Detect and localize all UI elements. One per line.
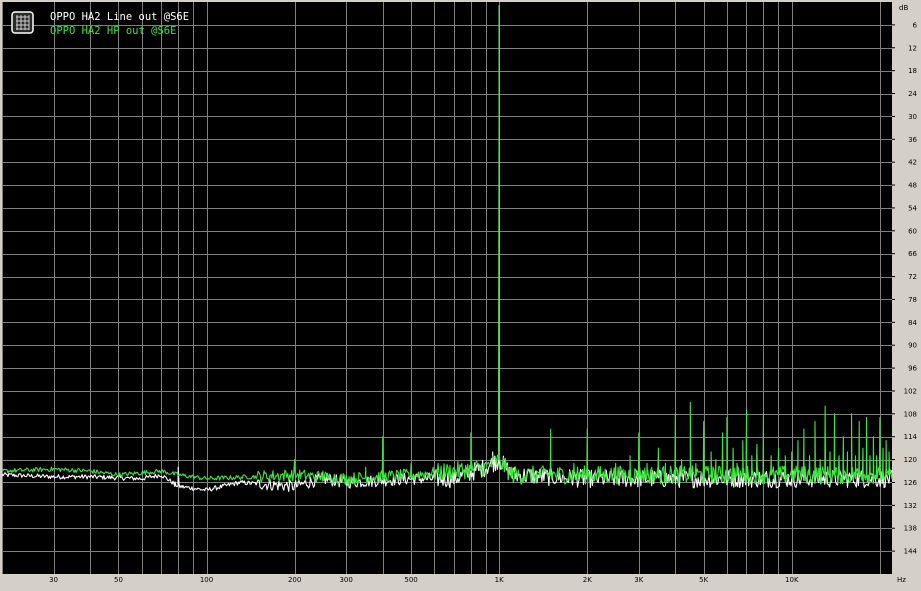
y-tick-label: 126 xyxy=(904,479,918,487)
y-tick-label: 114 xyxy=(904,433,918,441)
legend-item-hp-out: OPPO HA2 HP out @S6E xyxy=(50,25,176,37)
y-tick-label: 138 xyxy=(904,525,917,533)
y-tick-label: 24 xyxy=(908,90,917,98)
y-tick-label: 78 xyxy=(908,296,917,304)
y-tick-label: 72 xyxy=(908,273,917,281)
y-tick-label: 84 xyxy=(908,319,917,327)
y-tick-label: 18 xyxy=(908,67,917,75)
y-tick-label: 144 xyxy=(904,548,918,556)
x-tick-label: 1K xyxy=(495,576,504,584)
y-tick-label: 60 xyxy=(908,227,917,235)
x-unit-label: Hz xyxy=(897,576,906,584)
x-tick-label: 50 xyxy=(114,576,123,584)
y-tick-label: 96 xyxy=(908,365,917,373)
x-tick-label: 300 xyxy=(339,576,352,584)
y-tick-label: 30 xyxy=(908,113,917,121)
x-tick-label: 3K xyxy=(634,576,643,584)
x-tick-label: 10K xyxy=(785,576,799,584)
y-tick-label: 102 xyxy=(904,387,917,395)
y-tick-label: 66 xyxy=(908,250,917,258)
x-tick-label: 2K xyxy=(583,576,592,584)
y-tick-label: 90 xyxy=(908,342,917,350)
y-tick-label: 54 xyxy=(908,204,917,212)
plot-area xyxy=(2,2,892,574)
x-tick-label: 30 xyxy=(49,576,58,584)
x-tick-label: 5K xyxy=(699,576,708,584)
x-tick-label: 500 xyxy=(404,576,417,584)
y-tick-label: 132 xyxy=(904,502,917,510)
x-tick-label: 200 xyxy=(288,576,301,584)
y-tick-label: 48 xyxy=(908,182,917,190)
grid-icon xyxy=(11,11,34,34)
y-tick-label: 12 xyxy=(908,44,917,52)
y-unit-label: dB xyxy=(899,4,908,12)
y-tick-label: 36 xyxy=(908,136,917,144)
x-tick-label: 100 xyxy=(200,576,213,584)
spectrum-chart: 6 12 18 24 30 36 42 48 54 60 66 72 78 84 90 96 102 108 114… xyxy=(0,0,921,591)
legend-item-line-out: OPPO HA2 Line out @S6E xyxy=(50,11,189,23)
y-tick-label: 6 xyxy=(913,21,918,29)
y-tick-label: 120 xyxy=(904,456,917,464)
y-tick-label: 42 xyxy=(908,159,917,167)
y-tick-label: 108 xyxy=(904,410,917,418)
